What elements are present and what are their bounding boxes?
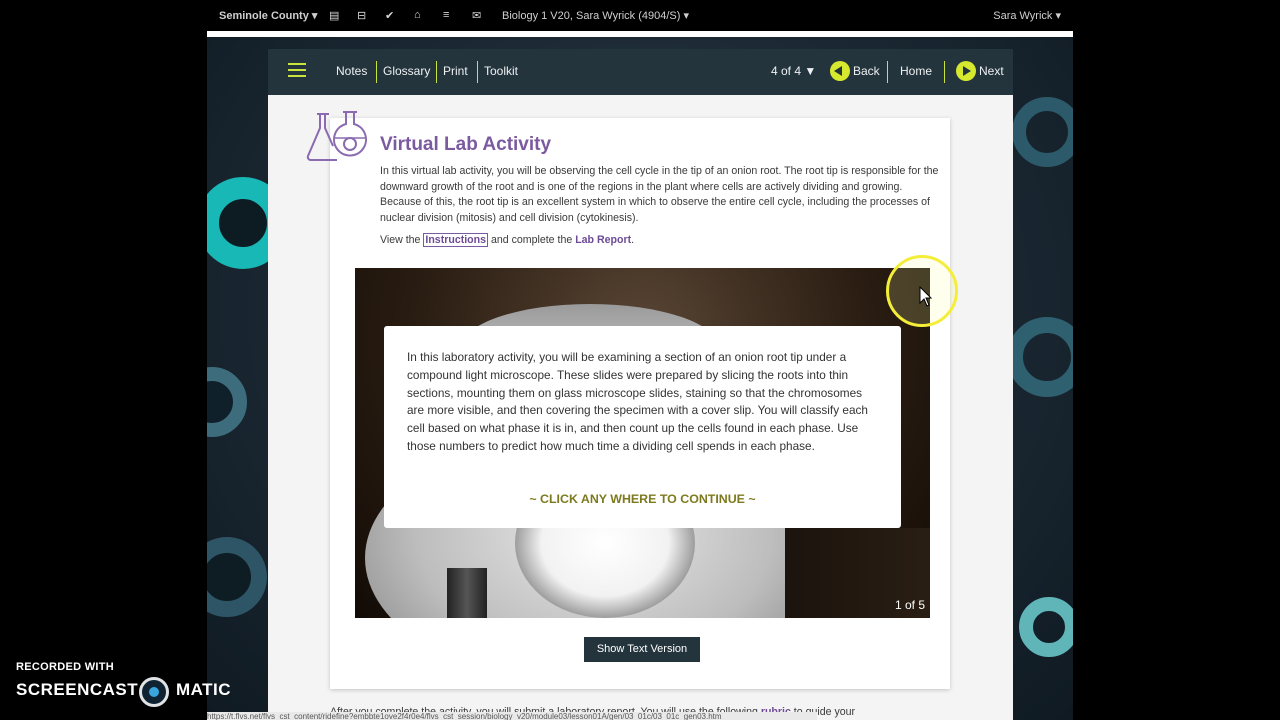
next-button[interactable]: Next — [979, 64, 1004, 78]
popup-text: In this laboratory activity, you will be… — [407, 350, 868, 453]
mouse-pointer-icon — [919, 286, 933, 307]
divider — [887, 61, 888, 83]
instructions-link[interactable]: Instructions — [423, 233, 489, 247]
divider — [944, 61, 945, 83]
view-instructions-line: View the Instructions and complete the L… — [380, 233, 635, 247]
divider — [477, 61, 478, 83]
divider — [376, 61, 377, 83]
back-button[interactable]: Back — [853, 64, 880, 78]
lms-topbar: Seminole County ▾ ▤ ⊟ ✔ ⌂ ≡ ✉ Biology 1 … — [207, 0, 1073, 31]
watermark-brand-right: MATIC — [176, 680, 232, 699]
intro-popup[interactable]: In this laboratory activity, you will be… — [384, 326, 901, 528]
click-to-continue-prompt[interactable]: ~ CLICK ANY WHERE TO CONTINUE ~ — [384, 492, 901, 506]
list-icon[interactable]: ≡ — [443, 9, 449, 21]
notes-link[interactable]: Notes — [336, 64, 367, 78]
back-arrow-icon[interactable] — [830, 61, 850, 81]
print-link[interactable]: Print — [443, 64, 468, 78]
toolkit-link[interactable]: Toolkit — [484, 64, 518, 78]
microscope-knob-image — [447, 568, 487, 618]
course-navbar: Notes Glossary Print Toolkit 4 of 4 ▼ Ba… — [268, 49, 1013, 95]
watermark-brand-left: SCREENCAST — [16, 680, 139, 699]
view-suffix: . — [631, 234, 635, 246]
course-menu[interactable]: Biology 1 V20, Sara Wyrick (4904/S) ▾ — [502, 9, 689, 22]
lab-report-link[interactable]: Lab Report — [575, 234, 631, 246]
show-text-version-button[interactable]: Show Text Version — [584, 637, 700, 662]
lab-flask-icon — [306, 111, 367, 161]
hamburger-menu-icon[interactable] — [288, 63, 306, 79]
screencast-logo-icon — [139, 677, 169, 707]
county-menu[interactable]: Seminole County ▾ — [219, 9, 317, 22]
page-title: Virtual Lab Activity — [380, 134, 552, 155]
view-prefix: View the — [380, 234, 424, 246]
book-icon[interactable]: ▤ — [329, 9, 339, 22]
glossary-link[interactable]: Glossary — [383, 64, 430, 78]
page-indicator-dropdown[interactable]: 4 of 4 ▼ — [771, 64, 816, 78]
status-bar-url: https://t.flvs.net/flvs_cst_content/ride… — [207, 712, 817, 720]
check-icon[interactable]: ✔ — [385, 9, 394, 22]
user-menu[interactable]: Sara Wyrick ▾ — [993, 9, 1061, 22]
intro-paragraph: In this virtual lab activity, you will b… — [380, 165, 939, 224]
inbox-icon[interactable]: ⊟ — [357, 9, 366, 22]
virtual-lab-slide[interactable]: In this laboratory activity, you will be… — [355, 268, 930, 618]
screen: { "topbar": { "county": "Seminole County… — [0, 0, 1280, 720]
next-arrow-icon[interactable] — [956, 61, 976, 81]
slide-counter: 1 of 5 — [894, 598, 925, 612]
home-button[interactable]: Home — [900, 64, 932, 78]
mail-icon[interactable]: ✉ — [472, 9, 481, 22]
watermark-recorded-with: RECORDED WITH — [16, 661, 115, 673]
divider — [436, 61, 437, 83]
view-middle: and complete the — [488, 234, 576, 246]
home-icon[interactable]: ⌂ — [414, 9, 421, 21]
divider — [207, 31, 1073, 37]
